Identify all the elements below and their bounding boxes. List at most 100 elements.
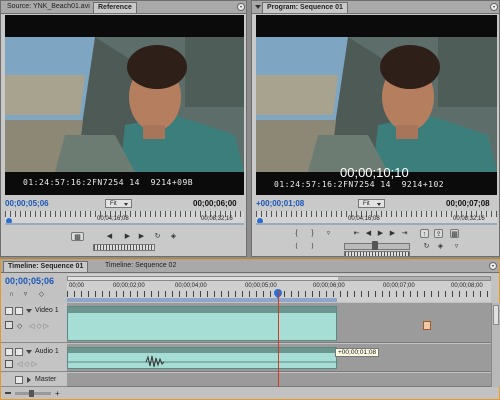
program-current-time[interactable]: +00;00;01;08 — [256, 199, 304, 208]
program-video-frame: 00;00;10;10 01:24:57:16:2FN7254 14 9214+… — [256, 15, 497, 195]
clip-header — [68, 348, 336, 353]
source-jog-shuttle[interactable] — [93, 244, 155, 251]
safe-margins-icon[interactable]: ◈ — [169, 232, 178, 241]
go-to-out-icon[interactable]: ⇥ — [400, 229, 409, 238]
output-icon[interactable]: ▿ — [452, 242, 461, 251]
tab-reference[interactable]: Reference — [93, 2, 137, 13]
burned-in-timecode: 01:24:57:16:2FN7254 14 9214+09B — [23, 178, 194, 187]
timeline-ruler-label: 00;00;02;00 — [113, 283, 145, 289]
source-ruler: 00;04;16;08 00;08;32;16 — [5, 211, 244, 225]
zoom-out-icon[interactable] — [5, 392, 11, 394]
source-fit-dropdown[interactable]: Fit — [105, 199, 132, 208]
lift-icon[interactable]: ↑ — [420, 229, 429, 238]
play-icon[interactable]: ▶ — [123, 232, 132, 241]
expand-track-icon[interactable] — [26, 350, 32, 354]
audio-clip[interactable] — [67, 347, 338, 369]
scrollbar-thumb[interactable] — [493, 305, 499, 325]
display-style-icon[interactable] — [5, 360, 13, 368]
audio-waveform — [68, 355, 338, 368]
tab-program[interactable]: Program: Sequence 01 — [262, 2, 348, 13]
mark-in-icon[interactable]: { — [292, 229, 301, 238]
snap-icon[interactable]: ∩ — [7, 290, 16, 299]
set-marker-icon[interactable]: ▿ — [21, 290, 30, 299]
play-icon[interactable]: ▶ — [376, 229, 385, 238]
tab-timeline-sequence-02[interactable]: Timeline: Sequence 02 — [101, 261, 180, 271]
keyframe-nav-icon[interactable]: ◁ ◇ ▷ — [29, 322, 49, 330]
work-area-bar[interactable] — [67, 298, 337, 302]
lock-track-icon[interactable] — [15, 348, 23, 356]
program-ruler-label: 00;08;32;16 — [453, 216, 485, 222]
loop-icon[interactable]: ↻ — [153, 232, 162, 241]
timeline-zoom-bar[interactable] — [67, 276, 491, 281]
program-transport-controls: { } ▿ ⇤ ◀ ▶ ▶ ⇥ ↑ ⇪ ▩ ⟨ ⟩ ↻ ◈ ▿ — [252, 227, 500, 257]
tab-source[interactable]: Source: YNK_Beach01.avi — [3, 2, 94, 12]
timeline-zoom-controls: + — [5, 389, 67, 399]
mark-out-icon[interactable]: } — [308, 229, 317, 238]
video-1-track[interactable] — [67, 303, 491, 343]
timeline-zoom-handle[interactable] — [68, 277, 338, 280]
program-jog-wheel[interactable] — [344, 251, 410, 257]
expand-track-icon[interactable] — [27, 377, 31, 383]
timeline-scrollbar[interactable] — [491, 303, 500, 387]
go-to-in-icon[interactable]: ⇤ — [352, 229, 361, 238]
program-zoom-bar[interactable] — [256, 223, 497, 225]
eye-icon[interactable] — [5, 307, 13, 315]
program-ruler-label: 00;04;16;08 — [348, 216, 380, 222]
video-1-label: Video 1 — [35, 307, 59, 314]
source-zoom-bar[interactable] — [5, 223, 244, 225]
program-shuttle-handle[interactable] — [372, 241, 378, 250]
timeline-tool-icons: ∩ ▿ ◇ — [7, 290, 67, 300]
timeline-ruler-label: 00;00;06;00 — [313, 283, 345, 289]
zoom-slider-handle[interactable] — [29, 390, 34, 397]
timeline-ruler-label: 00;00;08;00 — [451, 283, 483, 289]
video-clip[interactable] — [67, 306, 337, 341]
speaker-icon[interactable] — [15, 376, 23, 384]
keyframe-nav-icon[interactable]: ◁ ◇ ▷ — [17, 360, 37, 368]
toggle-take-icon[interactable]: ▩ — [71, 232, 84, 241]
audio-1-track[interactable] — [67, 344, 491, 372]
reference-video-frame: 01:24:57:16:2FN7254 14 9214+09B — [5, 15, 244, 195]
source-tab-bar: Source: YNK_Beach01.avi Reference — [1, 1, 246, 14]
keyframe-nav-icon[interactable]: ◇ — [17, 322, 22, 330]
source-duration: 00;00;06;00 — [193, 199, 237, 208]
timeline-playhead-line — [278, 290, 279, 387]
zoom-in-icon[interactable]: + — [55, 389, 60, 398]
expand-track-icon[interactable] — [26, 309, 32, 313]
loop-icon[interactable]: ↻ — [422, 242, 431, 251]
panel-menu-icon[interactable] — [237, 3, 245, 11]
timeline-ruler-label: 00;00;05;00 — [245, 283, 277, 289]
timeline-current-time[interactable]: 00;00;05;06 — [5, 276, 54, 286]
trim-monitor-icon[interactable]: ▩ — [450, 229, 459, 238]
step-forward-icon[interactable]: ▶ — [388, 229, 397, 238]
step-back-icon[interactable]: ◀ — [364, 229, 373, 238]
go-to-next-edit-icon[interactable]: ⟩ — [308, 242, 317, 251]
trim-cursor-icon[interactable] — [423, 321, 431, 330]
master-track[interactable] — [67, 373, 491, 387]
program-duration: 00;00;07;08 — [446, 199, 490, 208]
timeline-panel: Timeline: Sequence 01 Timeline: Sequence… — [0, 259, 500, 400]
timeline-ruler[interactable]: 00;00 00;00;02;00 00;00;04;00 00;00;05;0… — [67, 274, 491, 302]
master-track-header: Master — [1, 373, 67, 387]
trim-overlay-timecode: 00;00;10;10 — [340, 165, 409, 180]
program-tab-bar: Program: Sequence 01 — [252, 1, 499, 14]
safe-margins-icon[interactable]: ◈ — [436, 242, 445, 251]
panel-menu-icon[interactable] — [489, 262, 497, 270]
source-transport-controls: ▩ ◀ ▶ ▶ ↻ ◈ — [1, 229, 248, 255]
timeline-ruler-label: 00;00;04;00 — [175, 283, 207, 289]
set-marker-icon[interactable]: ▿ — [324, 229, 333, 238]
display-style-icon[interactable] — [5, 321, 13, 329]
timeline-tab-bar: Timeline: Sequence 01 Timeline: Sequence… — [1, 260, 499, 273]
extract-icon[interactable]: ⇪ — [434, 229, 443, 238]
program-fit-dropdown[interactable]: Fit — [358, 199, 385, 208]
lock-track-icon[interactable] — [15, 307, 23, 315]
collapse-arrow-icon[interactable] — [255, 5, 261, 9]
go-to-previous-edit-icon[interactable]: ⟨ — [292, 242, 301, 251]
panel-menu-icon[interactable] — [490, 3, 498, 11]
tab-timeline-sequence-01[interactable]: Timeline: Sequence 01 — [3, 261, 89, 272]
source-current-time[interactable]: 00;00;05;06 — [5, 199, 49, 208]
speaker-icon[interactable] — [5, 348, 13, 356]
video-1-track-header: Video 1 ◇ ◁ ◇ ▷ — [1, 303, 67, 343]
step-back-icon[interactable]: ◀ — [105, 232, 114, 241]
keyframe-icon[interactable]: ◇ — [37, 290, 46, 299]
step-forward-icon[interactable]: ▶ — [137, 232, 146, 241]
